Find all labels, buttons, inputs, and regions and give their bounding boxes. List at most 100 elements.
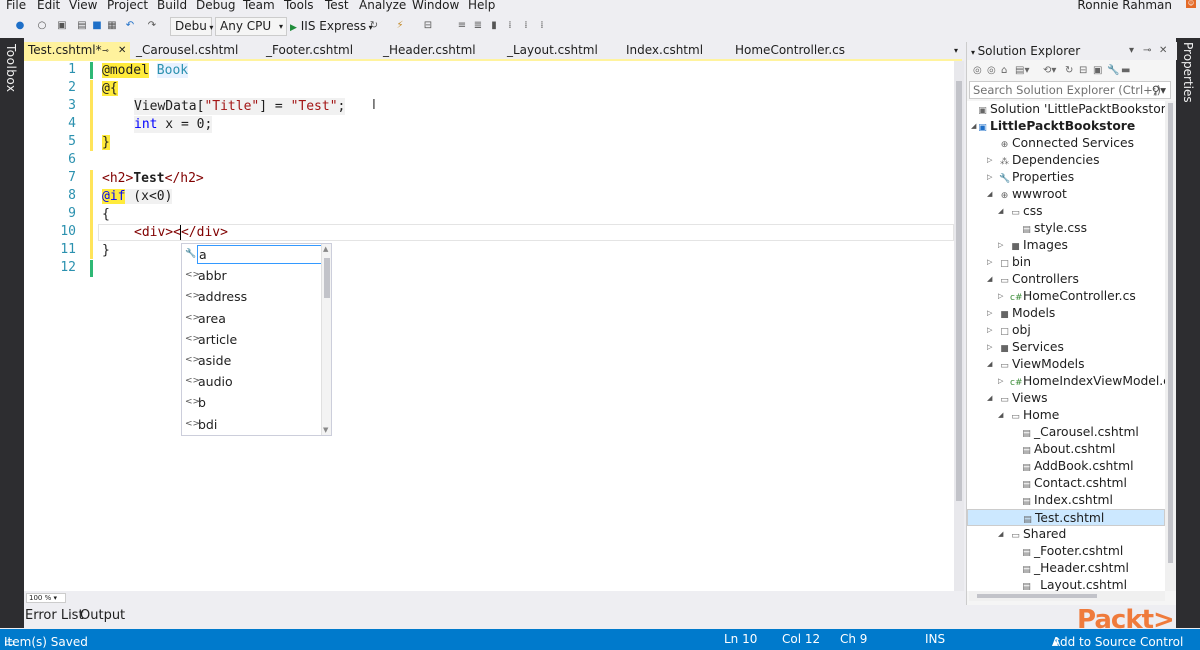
tree-item-images[interactable]: ▷ ■ Images	[998, 237, 1068, 254]
browser-link-icon[interactable]: ⚡	[394, 20, 406, 32]
tree-item-style-css[interactable]: ▤ style.css	[1021, 220, 1087, 237]
collapsed-icon[interactable]: ▷	[987, 322, 992, 339]
save-all-icon[interactable]: ▦	[106, 20, 118, 32]
save-icon[interactable]: ■	[91, 20, 103, 32]
solution-tree-scrollbar[interactable]	[1165, 101, 1176, 591]
menu-project[interactable]: Project	[107, 0, 148, 12]
collapsed-icon[interactable]: ▷	[987, 152, 992, 169]
open-icon[interactable]: ▤	[76, 20, 88, 32]
code-editor[interactable]: 1 2 3 4 5 6 7 8 9 10 11 12 @model Book @…	[24, 61, 954, 591]
intellisense-item[interactable]: <> area	[182, 308, 322, 329]
bookmark-icon[interactable]: ▮	[488, 20, 500, 32]
collapsed-icon[interactable]: ▷	[998, 373, 1003, 390]
menu-tools[interactable]: Tools	[284, 0, 314, 12]
uncomment-icon[interactable]: ⁞	[520, 20, 532, 32]
toolbox-label[interactable]: Toolbox	[4, 44, 18, 93]
menu-window[interactable]: Window	[412, 0, 459, 12]
scroll-thumb[interactable]	[1168, 103, 1173, 563]
tree-item-footer-view[interactable]: ▤ _Footer.cshtml	[1021, 543, 1123, 560]
expanded-icon[interactable]: ◢	[987, 356, 992, 373]
properties-icon[interactable]: 🔧	[1107, 65, 1119, 76]
tab-list-icon[interactable]: ▾	[954, 42, 958, 59]
collapsed-icon[interactable]: ▷	[987, 305, 992, 322]
intellisense-item[interactable]: <> article	[182, 329, 322, 350]
switch-views-icon[interactable]: ▤▾	[1015, 65, 1029, 76]
intellisense-popup[interactable]: 🔧 a <> abbr <> address <> area <> article <> a…	[181, 243, 332, 436]
intellisense-item[interactable]: <> bdi	[182, 414, 322, 435]
sync-icon[interactable]: ⟲▾	[1043, 65, 1056, 76]
scroll-thumb[interactable]	[324, 258, 330, 298]
tree-item-homecontroller[interactable]: ▷ c#HomeController.cs	[998, 288, 1136, 305]
collapse-all-icon[interactable]: ⊟	[1079, 65, 1087, 76]
undo-icon[interactable]: ↶	[124, 20, 136, 32]
properties-strip[interactable]: Properties	[1176, 38, 1200, 628]
refresh-icon[interactable]: ↻	[1065, 65, 1073, 76]
platform-select[interactable]: Any CPU ▾	[215, 17, 287, 36]
forward-icon[interactable]: ◎	[987, 65, 996, 76]
tree-item-homeindexviewmodel[interactable]: ▷ c#HomeIndexViewModel.cs	[998, 373, 1165, 390]
redo-icon[interactable]: ↷	[146, 20, 158, 32]
tree-item-connected-services[interactable]: ⊕ Connected Services	[999, 135, 1134, 152]
tree-item-index-view[interactable]: ▤ Index.cshtml	[1021, 492, 1113, 509]
tree-item-bin[interactable]: ▷ □ bin	[987, 254, 1031, 271]
collapsed-icon[interactable]: ▷	[987, 339, 992, 356]
tab-error-list[interactable]: Error List	[25, 608, 84, 623]
user-name[interactable]: Ronnie Rahman	[1077, 0, 1172, 12]
menu-debug[interactable]: Debug	[196, 0, 235, 12]
tree-item-test-view[interactable]: ▤ Test.cshtml	[967, 509, 1165, 526]
tab-header[interactable]: _Header.cshtml	[383, 42, 476, 59]
tab-test-cshtml[interactable]: Test.cshtml* ⊸ ✕	[24, 42, 130, 59]
toolbox-strip[interactable]: Toolbox	[0, 38, 24, 628]
tree-item-contact-view[interactable]: ▤ Contact.cshtml	[1021, 475, 1127, 492]
properties-label[interactable]: Properties	[1181, 42, 1195, 103]
back-icon[interactable]: ●	[14, 20, 26, 32]
menu-view[interactable]: View	[69, 0, 97, 12]
tree-item-wwwroot[interactable]: ◢ ⊕ wwwroot	[987, 186, 1067, 203]
menu-analyze[interactable]: Analyze	[359, 0, 406, 12]
toolbar-overflow-icon[interactable]: ⁞	[536, 20, 548, 32]
solution-search-input[interactable]: Search Solution Explorer (Ctrl+;) ⚲▾	[969, 81, 1171, 99]
tree-item-home[interactable]: ◢ ▭ Home	[998, 407, 1059, 424]
tab-index[interactable]: Index.cshtml	[626, 42, 703, 59]
new-project-icon[interactable]: ▣	[56, 20, 68, 32]
show-all-files-icon[interactable]: ▣	[1093, 65, 1102, 76]
step-icon[interactable]: ⊟	[422, 20, 434, 32]
tree-item-css[interactable]: ◢ ▭ css	[998, 203, 1043, 220]
expanded-icon[interactable]: ◢	[987, 271, 992, 288]
scroll-down-icon[interactable]: ▼	[323, 426, 328, 434]
collapsed-icon[interactable]: ▷	[987, 169, 992, 186]
comment-icon[interactable]: ⁞	[504, 20, 516, 32]
tree-item-viewmodels[interactable]: ◢ ▭ ViewModels	[987, 356, 1085, 373]
scroll-thumb[interactable]	[956, 81, 962, 501]
configuration-select[interactable]: Debu ▾	[170, 17, 213, 36]
close-icon[interactable]: ✕	[1159, 42, 1167, 60]
tree-item-about-view[interactable]: ▤ About.cshtml	[1021, 441, 1115, 458]
outdent-icon[interactable]: ≣	[472, 20, 484, 32]
menu-test[interactable]: Test	[325, 0, 349, 12]
intellisense-scrollbar[interactable]: ▲ ▼	[321, 244, 331, 435]
menu-file[interactable]: File	[6, 0, 26, 12]
solution-tree-hscrollbar[interactable]	[969, 591, 1165, 601]
tree-item-shared[interactable]: ◢ ▭ Shared	[998, 526, 1066, 543]
pin-icon[interactable]: ⊸	[102, 42, 109, 59]
tree-item-layout-view[interactable]: ▤ _Layout.cshtml	[1021, 577, 1127, 591]
menu-help[interactable]: Help	[468, 0, 495, 12]
collapsed-icon[interactable]: ▷	[998, 237, 1003, 254]
tree-item-controllers[interactable]: ◢ ▭ Controllers	[987, 271, 1079, 288]
tree-item-properties[interactable]: ▷ 🔧 Properties	[987, 169, 1074, 186]
zoom-select[interactable]: 100 % ▾	[26, 593, 66, 603]
indent-icon[interactable]: ≡	[456, 20, 468, 32]
menu-team[interactable]: Team	[243, 0, 275, 12]
tree-item-project[interactable]: ◢ ▣ LittlePacktBookstore	[971, 118, 1135, 135]
expanded-icon[interactable]: ◢	[987, 186, 992, 203]
scroll-up-icon[interactable]: ▲	[323, 245, 328, 253]
expanded-icon[interactable]: ◢	[998, 526, 1003, 543]
preview-icon[interactable]: ▬	[1121, 65, 1130, 76]
tab-layout[interactable]: _Layout.cshtml	[507, 42, 598, 59]
tree-item-dependencies[interactable]: ▷ ⁂ Dependencies	[987, 152, 1100, 169]
expanded-icon[interactable]: ◢	[971, 118, 976, 135]
intellisense-item[interactable]: 🔧 a	[182, 244, 322, 265]
refresh-icon[interactable]: ↻	[368, 20, 380, 32]
collapsed-icon[interactable]: ▷	[987, 254, 992, 271]
back-icon[interactable]: ◎	[973, 65, 982, 76]
